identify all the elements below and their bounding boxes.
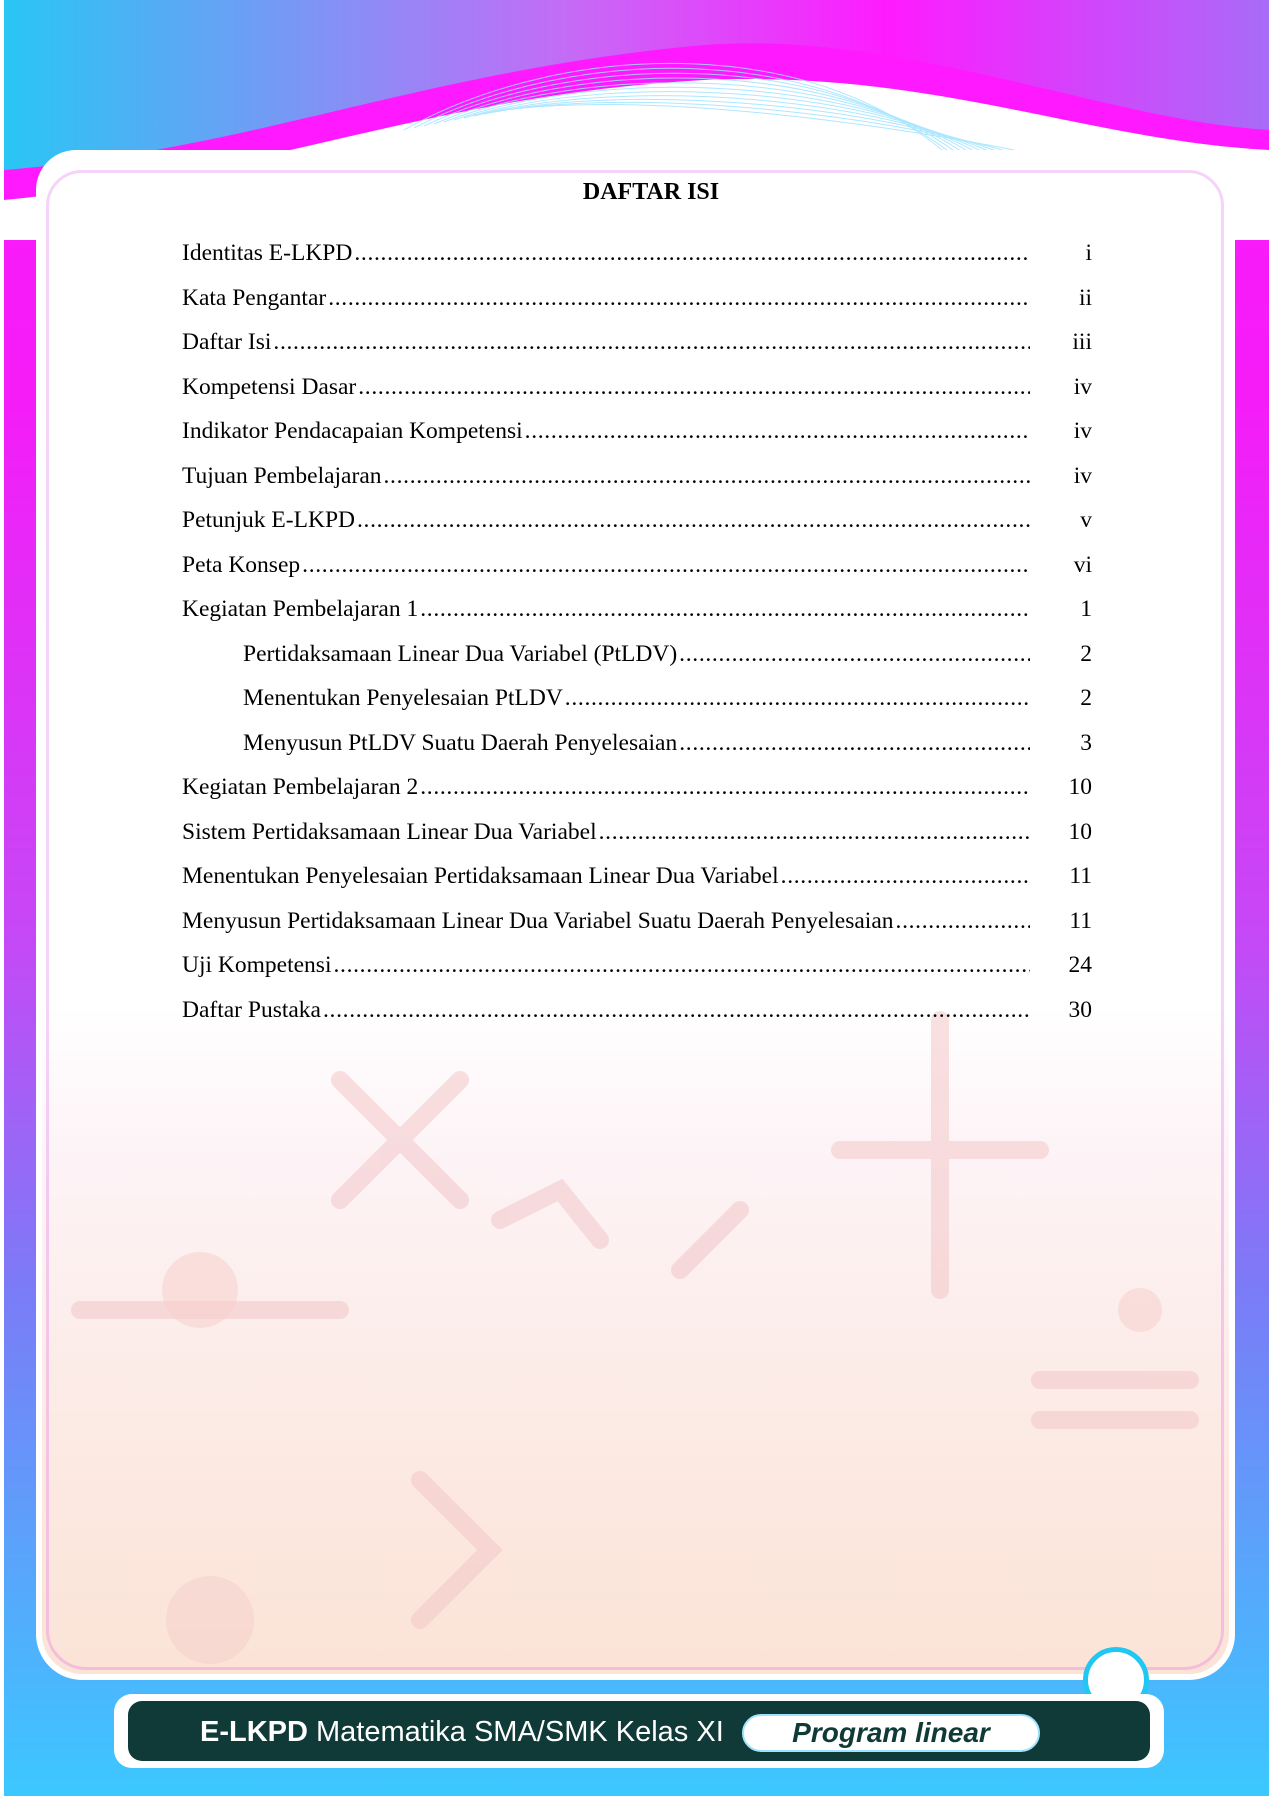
toc-entry[interactable]: Daftar Isi iii xyxy=(182,329,1092,374)
toc-leader-dots xyxy=(896,908,1030,935)
toc-entry-label: Kompetensi Dasar xyxy=(182,373,357,400)
toc-leader-dots xyxy=(599,819,1030,846)
toc-entry-page: 10 xyxy=(1068,774,1093,800)
toc-entry-label: Daftar Isi xyxy=(182,329,272,355)
toc-entry[interactable]: Kompetensi Dasar iv xyxy=(182,374,1092,419)
toc-entry[interactable]: Peta Konsep vi xyxy=(182,552,1092,597)
toc-entry-page: iv xyxy=(1073,418,1092,444)
toc-leader-dots xyxy=(420,596,1030,623)
toc-entry[interactable]: Kata Pengantar ii xyxy=(182,285,1092,330)
toc-leader-dots xyxy=(781,863,1030,890)
toc-title: DAFTAR ISI xyxy=(582,179,720,205)
toc-leader-dots xyxy=(565,685,1030,712)
toc-leader-dots xyxy=(323,997,1030,1024)
toc-entry-label: Menentukan Penyelesaian PtLDV xyxy=(243,685,563,711)
toc-entry-page: iv xyxy=(1073,373,1092,400)
toc-entry-page: ii xyxy=(1078,284,1092,311)
toc-leader-dots xyxy=(358,374,1030,401)
toc-entry-page: 11 xyxy=(1069,863,1092,889)
toc-entry-page: v xyxy=(1080,507,1092,533)
toc-leader-dots xyxy=(328,285,1030,312)
toc-entry[interactable]: Pertidaksamaan Linear Dua Variabel (PtLD… xyxy=(182,641,1092,686)
toc-entry-label: Menentukan Penyelesaian Pertidaksamaan L… xyxy=(182,863,779,889)
toc-entry[interactable]: Sistem Pertidaksamaan Linear Dua Variabe… xyxy=(182,819,1092,864)
toc-entry-page: 30 xyxy=(1068,996,1093,1023)
footer-caption: E-LKPD Matematika SMA/SMK Kelas XI xyxy=(200,1716,724,1749)
toc-leader-dots xyxy=(354,240,1030,267)
toc-entry-label: Peta Konsep xyxy=(182,551,301,578)
toc-entry-page: 3 xyxy=(1080,729,1092,756)
toc-entry[interactable]: Menentukan Penyelesaian PtLDV 2 xyxy=(182,685,1092,730)
toc-entry-label: Sistem Pertidaksamaan Linear Dua Variabe… xyxy=(182,818,597,845)
toc-entry-label: Daftar Pustaka xyxy=(182,996,321,1023)
table-of-contents: Identitas E-LKPD i Kata Pengantar ii Daftar … xyxy=(182,240,1092,1041)
toc-entry-label: Identitas E-LKPD xyxy=(182,240,353,266)
toc-entry-page: 11 xyxy=(1069,907,1092,934)
math-symbols-watermark xyxy=(71,1011,1199,1664)
toc-entry-page: 2 xyxy=(1080,685,1092,711)
toc-entry-label: Menyusun PtLDV Suatu Daerah Penyelesaian xyxy=(243,729,678,756)
toc-entry-page: 1 xyxy=(1080,596,1092,622)
toc-entry-label: Uji Kompetensi xyxy=(182,952,332,978)
toc-entry[interactable]: Tujuan Pembelajaran iv xyxy=(182,463,1092,508)
toc-entry[interactable]: Identitas E-LKPD i xyxy=(182,240,1092,285)
toc-entry[interactable]: Daftar Pustaka 30 xyxy=(182,997,1092,1042)
toc-entry[interactable]: Menyusun Pertidaksamaan Linear Dua Varia… xyxy=(182,908,1092,953)
toc-entry-label: Kegiatan Pembelajaran 2 xyxy=(182,774,419,800)
toc-entry-page: 10 xyxy=(1068,818,1093,845)
toc-entry[interactable]: Menentukan Penyelesaian Pertidaksamaan L… xyxy=(182,863,1092,908)
toc-entry-page: iii xyxy=(1072,329,1092,355)
toc-entry-page: 2 xyxy=(1080,640,1092,667)
toc-entry-page: iv xyxy=(1073,462,1092,489)
toc-leader-dots xyxy=(679,730,1030,757)
toc-entry[interactable]: Petunjuk E-LKPD v xyxy=(182,507,1092,552)
toc-leader-dots xyxy=(420,774,1030,801)
toc-entry-label: Menyusun Pertidaksamaan Linear Dua Varia… xyxy=(182,907,894,934)
toc-entry-page: i xyxy=(1085,240,1092,266)
toc-entry[interactable]: Uji Kompetensi 24 xyxy=(182,952,1092,997)
toc-entry-label: Tujuan Pembelajaran xyxy=(182,462,382,489)
toc-leader-dots xyxy=(273,329,1030,356)
toc-entry[interactable]: Menyusun PtLDV Suatu Daerah Penyelesaian… xyxy=(182,730,1092,775)
footer-topic: Program linear xyxy=(792,1717,990,1748)
toc-leader-dots xyxy=(679,641,1030,668)
toc-leader-dots xyxy=(357,507,1030,534)
toc-leader-dots xyxy=(333,952,1030,979)
toc-entry-label: Pertidaksamaan Linear Dua Variabel (PtLD… xyxy=(243,640,678,667)
footer-subtitle: Matematika SMA/SMK Kelas XI xyxy=(307,1716,724,1748)
toc-leader-dots xyxy=(302,552,1030,579)
toc-entry[interactable]: Kegiatan Pembelajaran 1 1 xyxy=(182,596,1092,641)
toc-entry[interactable]: Indikator Pendacapaian Kompetensi iv xyxy=(182,418,1092,463)
toc-entry-page: 24 xyxy=(1068,952,1093,978)
toc-entry-label: Petunjuk E-LKPD xyxy=(182,507,355,533)
toc-leader-dots xyxy=(384,463,1031,490)
toc-entry-label: Kata Pengantar xyxy=(182,284,327,311)
toc-entry-page: vi xyxy=(1073,551,1092,578)
toc-entry[interactable]: Kegiatan Pembelajaran 2 10 xyxy=(182,774,1092,819)
toc-leader-dots xyxy=(525,418,1030,445)
footer-brand: E-LKPD xyxy=(200,1716,308,1748)
toc-entry-label: Indikator Pendacapaian Kompetensi xyxy=(182,418,523,444)
toc-entry-label: Kegiatan Pembelajaran 1 xyxy=(182,596,419,622)
